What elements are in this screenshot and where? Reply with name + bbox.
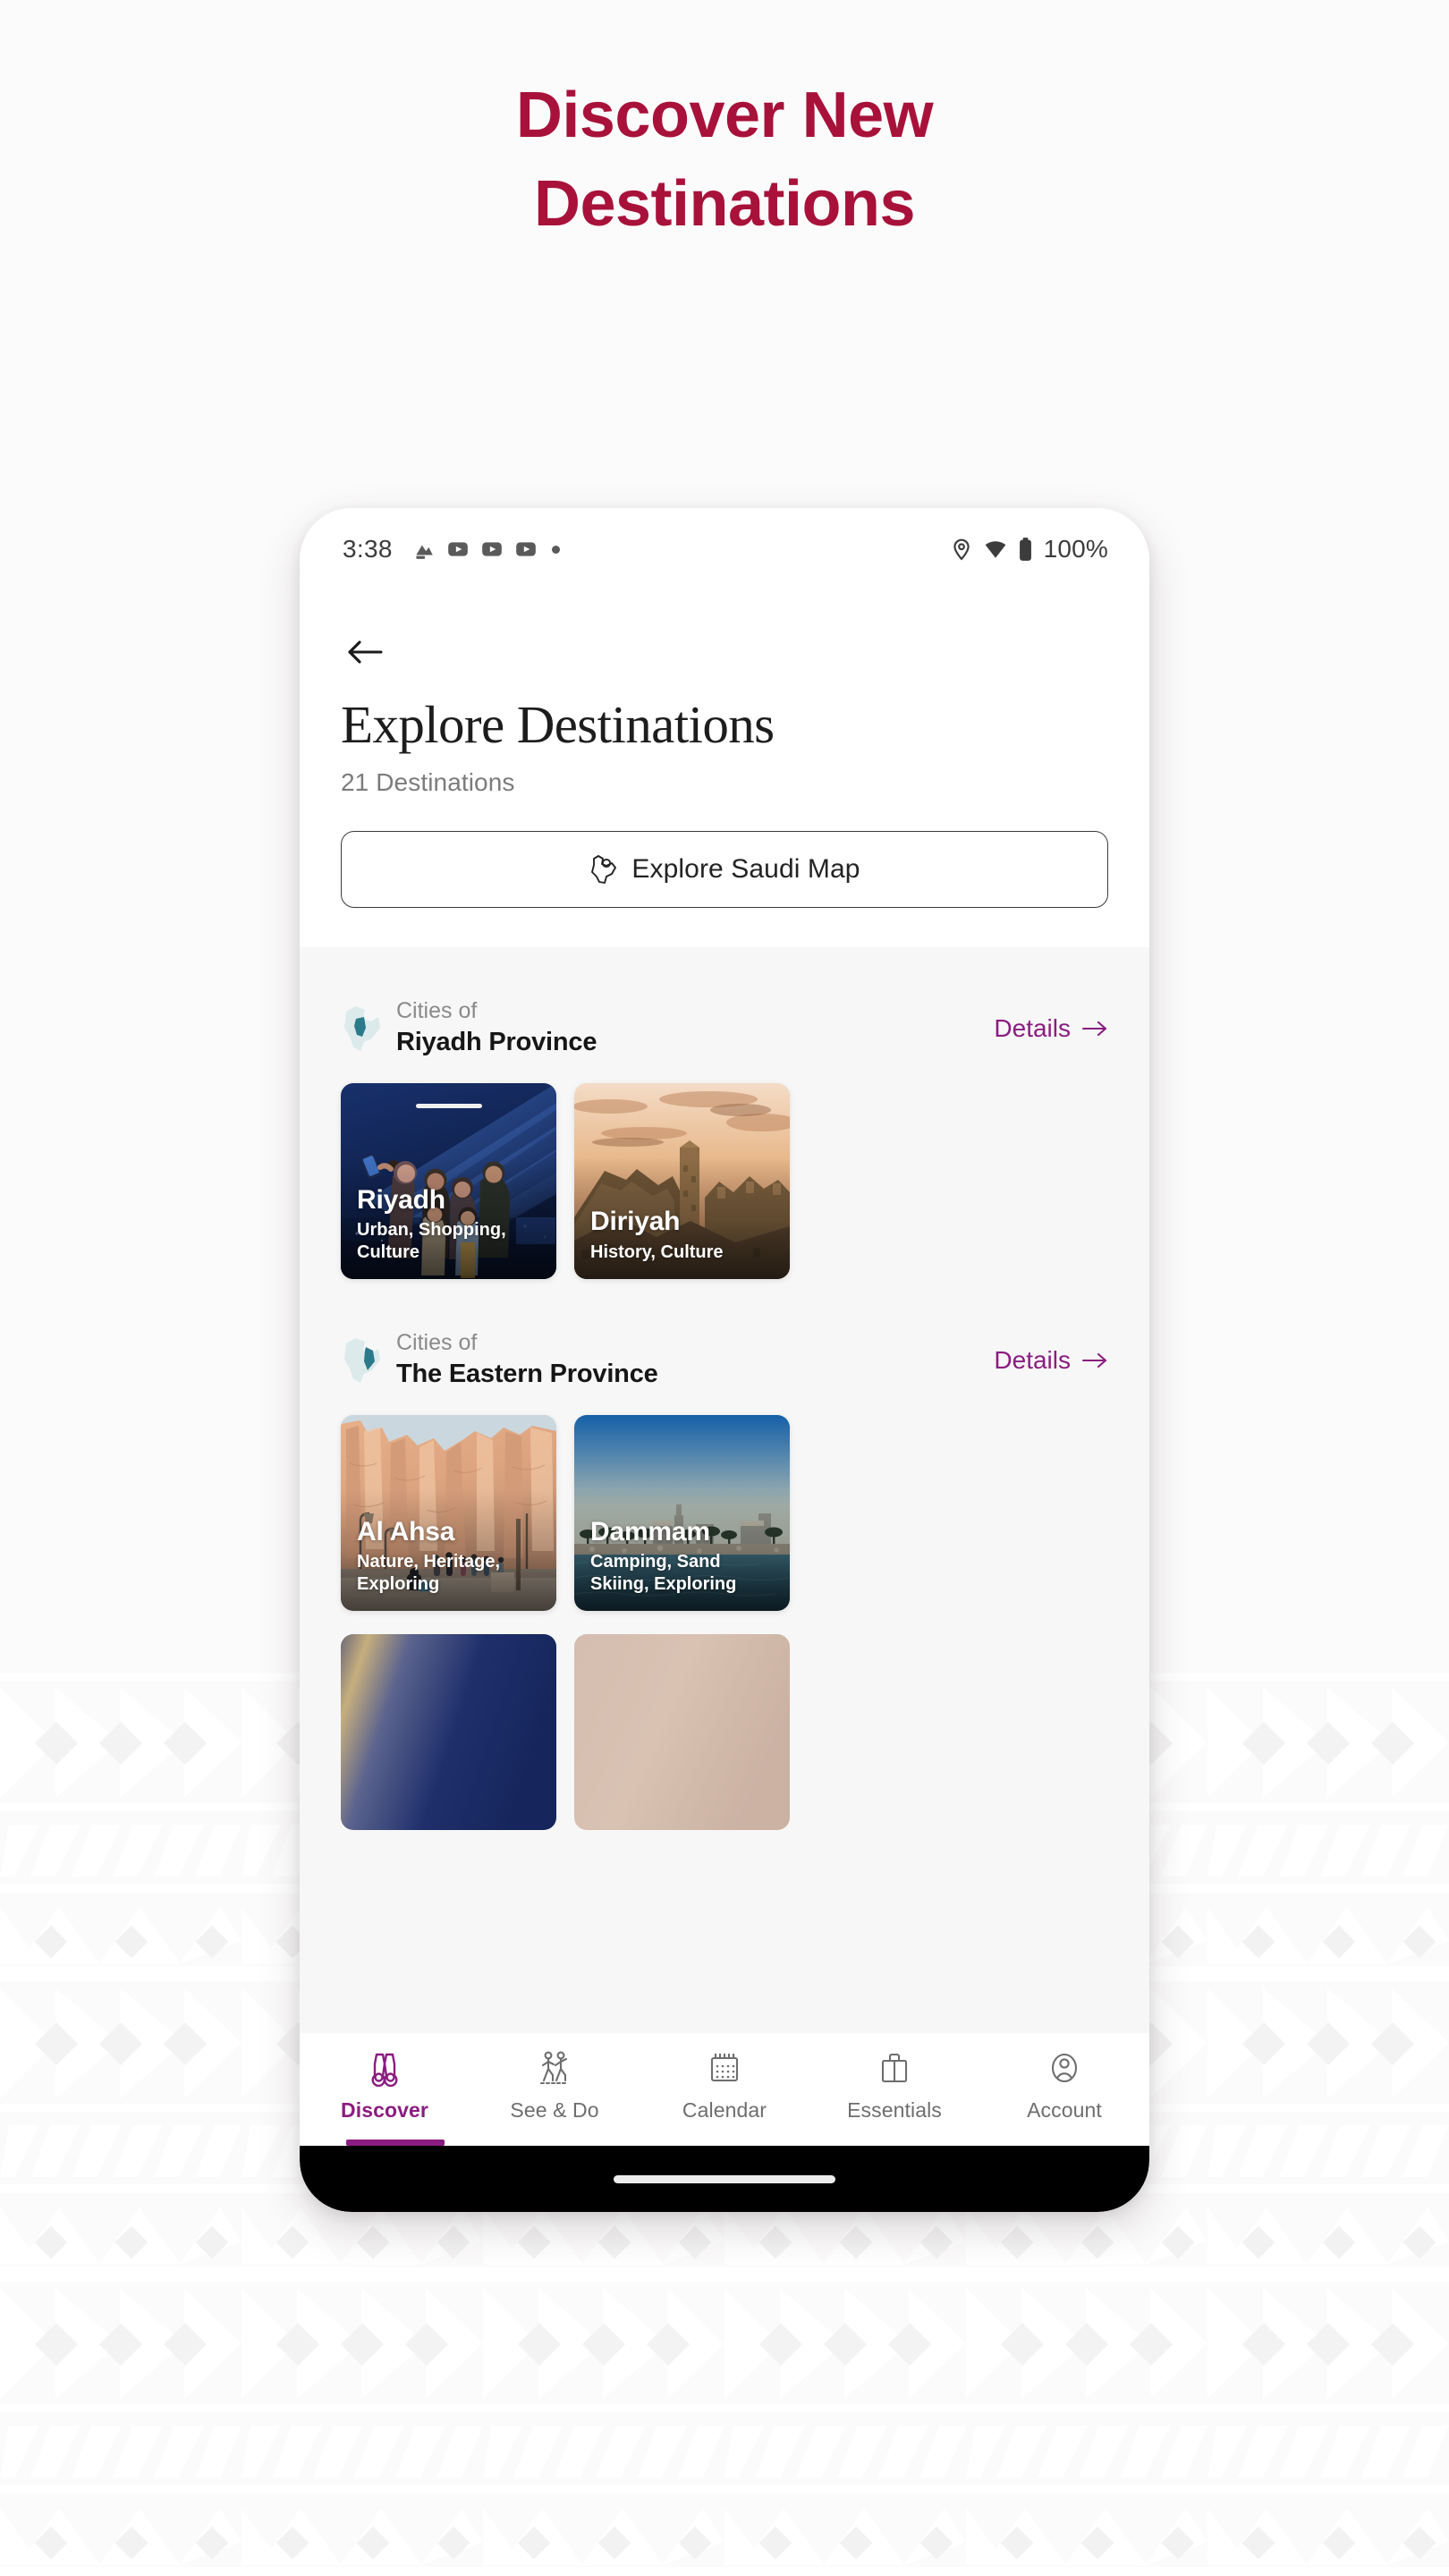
destination-card-title: Riyadh	[357, 1184, 445, 1215]
destination-card-title: Diriyah	[590, 1206, 681, 1236]
status-bar-notification-icons	[412, 538, 560, 561]
province-section: Cities of The Eastern Province Details A…	[341, 1279, 1108, 1611]
destination-card-tags: Camping, Sand Skiing, Exploring	[590, 1552, 737, 1594]
province-kicker: Cities of	[396, 1330, 478, 1356]
province-details-link[interactable]: Details	[994, 1346, 1108, 1375]
province-section-text: Cities of Riyadh Province	[396, 997, 597, 1059]
province-section: Cities of Riyadh Province Details Riyadh…	[341, 947, 1108, 1279]
destinations-scroll-area[interactable]: Cities of Riyadh Province Details Riyadh…	[300, 946, 1149, 2033]
destination-card-row-partial	[341, 1633, 1108, 1830]
province-details-label: Details	[994, 1013, 1071, 1042]
card-drag-indicator	[415, 1103, 482, 1108]
province-section-text: Cities of The Eastern Province	[396, 1329, 658, 1391]
person-circle-icon	[1045, 2047, 1084, 2089]
destination-card-title: Al Ahsa	[357, 1516, 455, 1546]
tab-essentials[interactable]: Essentials	[809, 2047, 979, 2123]
tab-essentials-label: Essentials	[847, 2098, 942, 2122]
home-indicator[interactable]	[614, 2174, 835, 2183]
explore-saudi-map-label: Explore Saudi Map	[631, 853, 860, 884]
tab-account-label: Account	[1027, 2098, 1102, 2122]
back-row	[341, 624, 1108, 680]
poster-headline: Discover New Destinations	[0, 72, 1449, 250]
saudi-province-map-icon	[344, 1337, 380, 1383]
phone-screen: 3:38 100% Explore Destinations 21 Destin…	[300, 508, 1149, 2212]
destination-card-title: Dammam	[590, 1516, 710, 1546]
province-section-header: Cities of Riyadh Province Details	[341, 997, 1108, 1060]
tab-calendar[interactable]: Calendar	[640, 2047, 809, 2123]
youtube-icon	[481, 542, 502, 556]
destination-card-tags: Urban, Shopping, Culture	[357, 1220, 506, 1262]
explore-saudi-map-button[interactable]: Explore Saudi Map	[341, 830, 1108, 908]
arrow-right-icon	[1081, 1021, 1107, 1036]
gesture-navigation-bar	[300, 2146, 1149, 2212]
province-section-header: Cities of The Eastern Province Details	[341, 1329, 1108, 1392]
destination-card-label: Al Ahsa Nature, Heritage, Exploring	[357, 1517, 544, 1595]
destination-card-tags: Nature, Heritage, Exploring	[357, 1552, 501, 1594]
wifi-icon	[985, 541, 1005, 558]
destination-card-row: Riyadh Urban, Shopping, Culture Diriyah …	[341, 1082, 1108, 1279]
calendar-icon	[705, 2047, 744, 2089]
arrow-left-icon	[348, 640, 383, 664]
navy-gold-gradient-art	[341, 1633, 556, 1830]
bottom-tab-bar: Discover See & Do Calendar Essentials Ac…	[300, 2033, 1149, 2146]
page-title: Explore Destinations	[341, 695, 775, 754]
status-bar-system-icons: 100%	[950, 535, 1108, 564]
briefcase-icon	[875, 2047, 914, 2089]
province-name: Riyadh Province	[396, 1027, 597, 1056]
tab-discover[interactable]: Discover	[300, 2047, 470, 2123]
tab-account[interactable]: Account	[979, 2047, 1149, 2123]
binoculars-icon	[365, 2047, 404, 2089]
destination-card[interactable]	[574, 1633, 790, 1830]
destination-card-label: Diriyah History, Culture	[590, 1207, 777, 1263]
destination-count-label: 21 Destinations	[341, 767, 515, 796]
battery-percent-label: 100%	[1043, 535, 1108, 563]
tab-see-and-do-label: See & Do	[510, 2098, 599, 2122]
arrow-right-icon	[1081, 1352, 1107, 1368]
destination-card[interactable]: Riyadh Urban, Shopping, Culture	[341, 1082, 556, 1279]
tab-calendar-label: Calendar	[682, 2098, 767, 2122]
destination-card[interactable]: Diriyah History, Culture	[574, 1082, 790, 1279]
battery-icon	[1019, 538, 1031, 561]
saudi-province-map-icon	[344, 1005, 380, 1051]
destination-card-row: Al Ahsa Nature, Heritage, Exploring Damm…	[341, 1414, 1108, 1611]
walking-people-icon	[535, 2047, 574, 2089]
destination-card-tags: History, Culture	[590, 1241, 724, 1262]
status-bar-time: 3:38	[343, 535, 393, 563]
dot-icon	[551, 545, 560, 554]
destination-card-label: Dammam Camping, Sand Skiing, Exploring	[590, 1517, 777, 1595]
headline-line-2: Destinations	[533, 168, 916, 241]
youtube-icon	[515, 542, 536, 556]
destination-card[interactable]: Dammam Camping, Sand Skiing, Exploring	[574, 1414, 790, 1611]
saudi-map-pin-icon	[591, 854, 617, 884]
active-tab-indicator	[346, 2140, 445, 2146]
province-name: The Eastern Province	[396, 1359, 658, 1388]
headline-line-1: Discover New	[515, 80, 934, 151]
status-bar: 3:38 100%	[300, 508, 1149, 590]
destination-card[interactable]	[341, 1633, 556, 1830]
screenshot-icon	[416, 545, 433, 559]
destination-card[interactable]: Al Ahsa Nature, Heritage, Exploring	[341, 1414, 556, 1611]
province-details-label: Details	[994, 1345, 1071, 1374]
back-button[interactable]	[341, 628, 389, 676]
province-details-link[interactable]: Details	[994, 1014, 1108, 1043]
tab-discover-label: Discover	[341, 2098, 428, 2122]
province-kicker: Cities of	[396, 998, 478, 1024]
destination-card-label: Riyadh Urban, Shopping, Culture	[357, 1185, 544, 1263]
phone-device-frame: 3:38 100% Explore Destinations 21 Destin…	[300, 508, 1149, 2212]
location-icon	[953, 538, 970, 561]
beige-tan-gradient-art	[574, 1633, 790, 1830]
page-header: Explore Destinations 21 Destinations Exp…	[300, 590, 1149, 947]
tab-see-and-do[interactable]: See & Do	[470, 2047, 640, 2123]
youtube-icon	[447, 542, 468, 556]
poster-canvas: Discover New Destinations 3:38 100% Expl…	[0, 0, 1449, 2576]
